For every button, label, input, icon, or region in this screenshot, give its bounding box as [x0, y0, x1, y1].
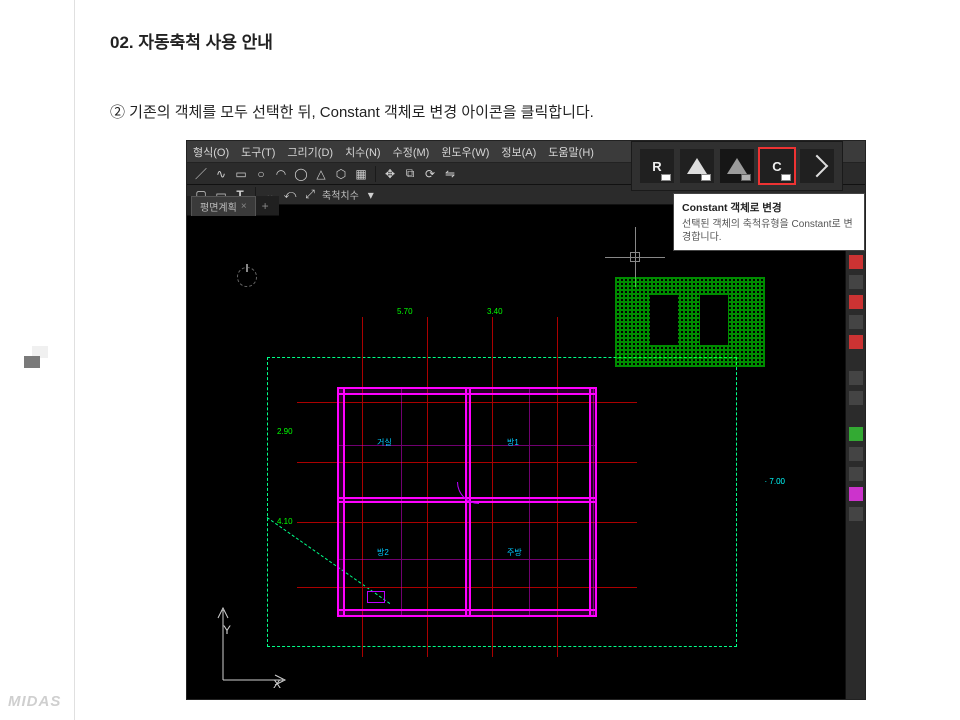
floorplan: 거실 방1 방2 주방: [337, 387, 597, 617]
dim-3: 2.90: [277, 427, 293, 436]
tooltip-body: 선택된 객체의 축척유형을 Constant로 변경합니다.: [682, 218, 856, 244]
midas-logo: MIDAS: [8, 693, 61, 710]
fill-icon[interactable]: ▦: [353, 166, 369, 182]
dim-scale-icon[interactable]: ⤢: [302, 187, 318, 203]
menu-help[interactable]: 도움말(H): [542, 144, 600, 160]
dim-4: 4.10: [277, 517, 293, 526]
north-indicator: [237, 267, 257, 287]
rtool-14-icon[interactable]: [849, 507, 863, 521]
hex-icon[interactable]: ⬡: [333, 166, 349, 182]
tab-close-icon[interactable]: ×: [241, 201, 247, 212]
room-2-label: 방1: [507, 437, 519, 448]
dim-2: 3.40: [487, 307, 503, 316]
arc-icon[interactable]: ◠: [273, 166, 289, 182]
section-inset: [615, 277, 765, 367]
rtool-3-icon[interactable]: [849, 255, 863, 269]
scaletype-expand-icon[interactable]: [800, 149, 834, 183]
axis-y-label: Y: [223, 623, 231, 637]
vertical-rule: [74, 0, 75, 720]
side-thumb-decor: [24, 346, 48, 368]
rect-icon[interactable]: ▭: [233, 166, 249, 182]
room-3-label: 방2: [377, 547, 389, 558]
triangle-icon[interactable]: △: [313, 166, 329, 182]
page-title: 02. 자동축척 사용 안내: [110, 28, 940, 53]
line-icon[interactable]: ／: [193, 166, 209, 182]
cad-canvas[interactable]: 거실 방1 방2 주방 5.70 3.40 2.90 4.10 · 7.00: [187, 217, 845, 699]
menu-format[interactable]: 형식(O): [187, 144, 235, 160]
menu-dim[interactable]: 치수(N): [339, 144, 387, 160]
instruction-text: ② 기존의 객체를 모두 선택한 뒤, Constant 객체로 변경 아이콘을…: [110, 101, 940, 122]
rtool-10-icon[interactable]: [849, 427, 863, 441]
move-icon[interactable]: ✥: [382, 166, 398, 182]
rtool-6-icon[interactable]: [849, 315, 863, 329]
tooltip-title: Constant 객체로 변경: [682, 200, 856, 215]
scaletype-constant-icon[interactable]: C: [760, 149, 794, 183]
scaletype-tri1-icon[interactable]: [680, 149, 714, 183]
dim-1: 5.70: [397, 307, 413, 316]
menu-tool[interactable]: 도구(T): [235, 144, 281, 160]
scaletype-iconstrip: R C: [631, 141, 843, 191]
cad-screenshot: 형식(O) 도구(T) 그리기(D) 치수(N) 수정(M) 윈도우(W) 정보…: [186, 140, 866, 700]
rtool-12-icon[interactable]: [849, 467, 863, 481]
copy-icon[interactable]: ⧉: [402, 166, 418, 182]
mirror-icon[interactable]: ⇋: [442, 166, 458, 182]
menu-modify[interactable]: 수정(M): [387, 144, 436, 160]
tab-floorplan[interactable]: 평면계획 ×: [191, 196, 256, 216]
room-1-label: 거실: [377, 437, 392, 448]
ucs-axes: Y X: [203, 600, 293, 693]
constant-tooltip: Constant 객체로 변경 선택된 객체의 축척유형을 Constant로 …: [673, 193, 865, 251]
rtool-4-icon[interactable]: [849, 275, 863, 289]
tab-label: 평면계획: [200, 199, 237, 214]
dropdown-icon[interactable]: ▾: [363, 187, 379, 203]
rtool-5-icon[interactable]: [849, 295, 863, 309]
ellipse-icon[interactable]: ◯: [293, 166, 309, 182]
fixture-wc: [367, 591, 385, 603]
rtool-8-icon[interactable]: [849, 371, 863, 385]
tab-add-icon[interactable]: +: [256, 199, 275, 213]
rtool-11-icon[interactable]: [849, 447, 863, 461]
menu-window[interactable]: 윈도우(W): [435, 144, 495, 160]
document-tabbar: 평면계획 × +: [187, 196, 279, 216]
dim-arc-icon[interactable]: ⤺: [282, 187, 298, 203]
scaletype-r-icon[interactable]: R: [640, 149, 674, 183]
menu-draw[interactable]: 그리기(D): [281, 144, 339, 160]
scale-dim-label: 축척치수: [322, 187, 359, 202]
rtool-9-icon[interactable]: [849, 391, 863, 405]
axis-x-label: X: [273, 677, 281, 691]
scaletype-tri2-icon[interactable]: [720, 149, 754, 183]
menu-info[interactable]: 정보(A): [495, 144, 542, 160]
coord-readout: · 7.00: [765, 477, 785, 486]
rtool-13-icon[interactable]: [849, 487, 863, 501]
right-tool-palette: [845, 193, 865, 699]
circle-icon[interactable]: ○: [253, 166, 269, 182]
polyline-icon[interactable]: ∿: [213, 166, 229, 182]
room-4-label: 주방: [507, 547, 522, 558]
rtool-7-icon[interactable]: [849, 335, 863, 349]
rotate-icon[interactable]: ⟳: [422, 166, 438, 182]
